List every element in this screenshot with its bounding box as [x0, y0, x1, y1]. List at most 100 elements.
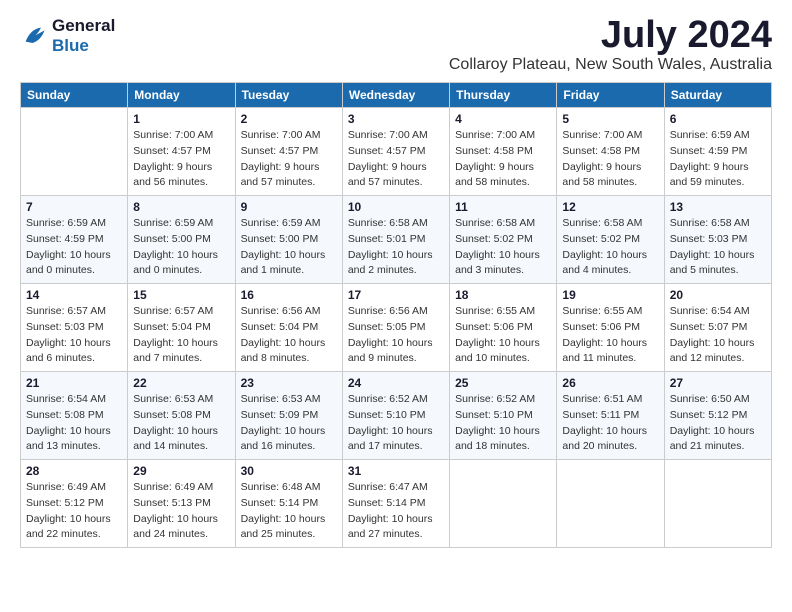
calendar-week-row: 1 Sunrise: 7:00 AMSunset: 4:57 PMDaylight…: [21, 108, 772, 196]
day-number: 18: [455, 288, 551, 302]
calendar-cell: 4 Sunrise: 7:00 AMSunset: 4:58 PMDaylight…: [450, 108, 557, 196]
day-number: 15: [133, 288, 229, 302]
day-number: 24: [348, 376, 444, 390]
day-number: 8: [133, 200, 229, 214]
day-number: 16: [241, 288, 337, 302]
day-number: 12: [562, 200, 658, 214]
calendar-cell: 23 Sunrise: 6:53 AMSunset: 5:09 PMDayligh…: [235, 372, 342, 460]
calendar-cell: 12Sunrise: 6:58 AMSunset: 5:02 PMDayligh…: [557, 196, 664, 284]
weekday-header: Monday: [128, 83, 235, 108]
day-number: 14: [26, 288, 122, 302]
calendar-cell: 25Sunrise: 6:52 AMSunset: 5:10 PMDayligh…: [450, 372, 557, 460]
weekday-header-row: SundayMondayTuesdayWednesdayThursdayFrid…: [21, 83, 772, 108]
day-number: 4: [455, 112, 551, 126]
calendar-cell: 7 Sunrise: 6:59 AMSunset: 4:59 PMDaylight…: [21, 196, 128, 284]
day-number: 28: [26, 464, 122, 478]
day-number: 7: [26, 200, 122, 214]
calendar-cell: 8 Sunrise: 6:59 AMSunset: 5:00 PMDaylight…: [128, 196, 235, 284]
calendar-week-row: 7 Sunrise: 6:59 AMSunset: 4:59 PMDaylight…: [21, 196, 772, 284]
day-number: 11: [455, 200, 551, 214]
month-title: July 2024: [449, 16, 772, 54]
calendar-cell: 17 Sunrise: 6:56 AMSunset: 5:05 PMDayligh…: [342, 284, 449, 372]
calendar-table: SundayMondayTuesdayWednesdayThursdayFrid…: [20, 82, 772, 548]
calendar-cell: [21, 108, 128, 196]
day-info: Sunrise: 6:48 AMSunset: 5:14 PMDaylight:…: [241, 480, 337, 543]
calendar-cell: 20 Sunrise: 6:54 AMSunset: 5:07 PMDayligh…: [664, 284, 771, 372]
day-number: 30: [241, 464, 337, 478]
calendar-cell: 24 Sunrise: 6:52 AMSunset: 5:10 PMDayligh…: [342, 372, 449, 460]
calendar-cell: 5Sunrise: 7:00 AMSunset: 4:58 PMDaylight…: [557, 108, 664, 196]
calendar-cell: 30 Sunrise: 6:48 AMSunset: 5:14 PMDayligh…: [235, 460, 342, 548]
day-info: Sunrise: 7:00 AMSunset: 4:58 PMDaylight:…: [455, 128, 551, 191]
day-number: 3: [348, 112, 444, 126]
calendar-cell: [664, 460, 771, 548]
calendar-cell: 29Sunrise: 6:49 AMSunset: 5:13 PMDayligh…: [128, 460, 235, 548]
day-number: 9: [241, 200, 337, 214]
calendar-cell: 11Sunrise: 6:58 AMSunset: 5:02 PMDayligh…: [450, 196, 557, 284]
page-header: General Blue July 2024 Collaroy Plateau,…: [20, 16, 772, 74]
day-info: Sunrise: 6:59 AMSunset: 5:00 PMDaylight:…: [133, 216, 229, 279]
day-info: Sunrise: 6:56 AMSunset: 5:05 PMDaylight:…: [348, 304, 444, 367]
day-info: Sunrise: 6:56 AMSunset: 5:04 PMDaylight:…: [241, 304, 337, 367]
day-info: Sunrise: 6:53 AMSunset: 5:09 PMDaylight:…: [241, 392, 337, 455]
day-info: Sunrise: 6:55 AMSunset: 5:06 PMDaylight:…: [455, 304, 551, 367]
day-number: 1: [133, 112, 229, 126]
day-info: Sunrise: 6:57 AMSunset: 5:04 PMDaylight:…: [133, 304, 229, 367]
day-number: 21: [26, 376, 122, 390]
day-number: 23: [241, 376, 337, 390]
calendar-cell: 22 Sunrise: 6:53 AMSunset: 5:08 PMDayligh…: [128, 372, 235, 460]
day-info: Sunrise: 6:58 AMSunset: 5:03 PMDaylight:…: [670, 216, 766, 279]
day-number: 19: [562, 288, 658, 302]
day-info: Sunrise: 6:59 AMSunset: 4:59 PMDaylight:…: [26, 216, 122, 279]
calendar-cell: 27Sunrise: 6:50 AMSunset: 5:12 PMDayligh…: [664, 372, 771, 460]
calendar-cell: 21 Sunrise: 6:54 AMSunset: 5:08 PMDayligh…: [21, 372, 128, 460]
calendar-cell: 3 Sunrise: 7:00 AMSunset: 4:57 PMDaylight…: [342, 108, 449, 196]
calendar-cell: 14 Sunrise: 6:57 AMSunset: 5:03 PMDayligh…: [21, 284, 128, 372]
day-number: 22: [133, 376, 229, 390]
day-info: Sunrise: 7:00 AMSunset: 4:57 PMDaylight:…: [348, 128, 444, 191]
day-info: Sunrise: 6:53 AMSunset: 5:08 PMDaylight:…: [133, 392, 229, 455]
calendar-week-row: 21 Sunrise: 6:54 AMSunset: 5:08 PMDayligh…: [21, 372, 772, 460]
weekday-header: Sunday: [21, 83, 128, 108]
day-number: 31: [348, 464, 444, 478]
day-number: 2: [241, 112, 337, 126]
day-info: Sunrise: 6:52 AMSunset: 5:10 PMDaylight:…: [348, 392, 444, 455]
day-number: 26: [562, 376, 658, 390]
day-info: Sunrise: 7:00 AMSunset: 4:58 PMDaylight:…: [562, 128, 658, 191]
title-block: July 2024 Collaroy Plateau, New South Wa…: [449, 16, 772, 74]
weekday-header: Tuesday: [235, 83, 342, 108]
weekday-header: Wednesday: [342, 83, 449, 108]
day-info: Sunrise: 6:57 AMSunset: 5:03 PMDaylight:…: [26, 304, 122, 367]
day-info: Sunrise: 7:00 AMSunset: 4:57 PMDaylight:…: [241, 128, 337, 191]
logo-text: General Blue: [52, 16, 115, 55]
day-info: Sunrise: 6:58 AMSunset: 5:01 PMDaylight:…: [348, 216, 444, 279]
day-info: Sunrise: 6:54 AMSunset: 5:08 PMDaylight:…: [26, 392, 122, 455]
day-info: Sunrise: 6:47 AMSunset: 5:14 PMDaylight:…: [348, 480, 444, 543]
day-info: Sunrise: 6:54 AMSunset: 5:07 PMDaylight:…: [670, 304, 766, 367]
day-number: 20: [670, 288, 766, 302]
weekday-header: Thursday: [450, 83, 557, 108]
calendar-cell: 26 Sunrise: 6:51 AMSunset: 5:11 PMDayligh…: [557, 372, 664, 460]
day-info: Sunrise: 6:50 AMSunset: 5:12 PMDaylight:…: [670, 392, 766, 455]
calendar-cell: 10 Sunrise: 6:58 AMSunset: 5:01 PMDayligh…: [342, 196, 449, 284]
day-info: Sunrise: 6:49 AMSunset: 5:12 PMDaylight:…: [26, 480, 122, 543]
calendar-week-row: 28 Sunrise: 6:49 AMSunset: 5:12 PMDayligh…: [21, 460, 772, 548]
calendar-cell: 6Sunrise: 6:59 AMSunset: 4:59 PMDaylight…: [664, 108, 771, 196]
weekday-header: Saturday: [664, 83, 771, 108]
calendar-cell: 18 Sunrise: 6:55 AMSunset: 5:06 PMDayligh…: [450, 284, 557, 372]
day-number: 10: [348, 200, 444, 214]
day-number: 17: [348, 288, 444, 302]
day-number: 13: [670, 200, 766, 214]
day-info: Sunrise: 7:00 AMSunset: 4:57 PMDaylight:…: [133, 128, 229, 191]
calendar-cell: 16 Sunrise: 6:56 AMSunset: 5:04 PMDayligh…: [235, 284, 342, 372]
day-info: Sunrise: 6:49 AMSunset: 5:13 PMDaylight:…: [133, 480, 229, 543]
calendar-cell: 28 Sunrise: 6:49 AMSunset: 5:12 PMDayligh…: [21, 460, 128, 548]
calendar-cell: 15 Sunrise: 6:57 AMSunset: 5:04 PMDayligh…: [128, 284, 235, 372]
calendar-cell: [557, 460, 664, 548]
location-title: Collaroy Plateau, New South Wales, Austr…: [449, 56, 772, 74]
day-number: 25: [455, 376, 551, 390]
day-info: Sunrise: 6:51 AMSunset: 5:11 PMDaylight:…: [562, 392, 658, 455]
calendar-cell: 9Sunrise: 6:59 AMSunset: 5:00 PMDaylight…: [235, 196, 342, 284]
day-info: Sunrise: 6:59 AMSunset: 4:59 PMDaylight:…: [670, 128, 766, 191]
calendar-cell: 19Sunrise: 6:55 AMSunset: 5:06 PMDayligh…: [557, 284, 664, 372]
